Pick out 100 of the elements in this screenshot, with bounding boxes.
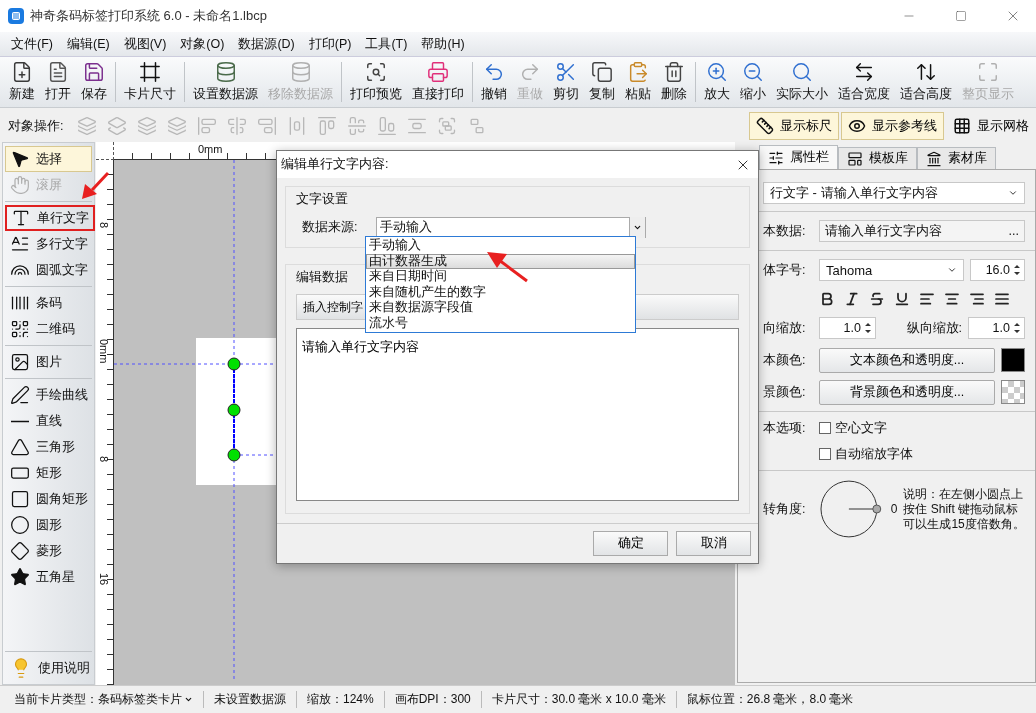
- toolbar-button[interactable]: 适合宽度: [833, 57, 895, 107]
- cancel-button[interactable]: 取消: [676, 531, 751, 556]
- text-color-button[interactable]: 文本颜色和透明度...: [819, 347, 995, 373]
- view-toggle[interactable]: 显示参考线: [841, 112, 944, 140]
- tool-item[interactable]: 直线: [5, 408, 67, 434]
- panel-tab[interactable]: 素材库: [917, 147, 996, 169]
- toolbar-button[interactable]: 卡片尺寸: [119, 57, 181, 107]
- align-left-icon: [197, 116, 218, 136]
- dropdown-option[interactable]: 流水号: [366, 315, 635, 331]
- tool-item[interactable]: 手绘曲线: [5, 382, 93, 408]
- selection-handle[interactable]: [227, 448, 241, 462]
- tool-item[interactable]: 多行文字: [5, 231, 93, 257]
- text-data-field[interactable]: 请输入单行文字内容 ...: [819, 220, 1025, 242]
- toolbar-button[interactable]: 实际大小: [771, 57, 833, 107]
- menu-item[interactable]: 打印(P): [301, 35, 359, 53]
- toolbar-button[interactable]: 放大: [699, 57, 735, 107]
- dropdown-option[interactable]: 手动输入: [366, 238, 635, 254]
- toolbar-button[interactable]: 直接打印: [407, 57, 469, 107]
- toolbar-button[interactable]: 粘贴: [620, 57, 656, 107]
- spinner-arrows-icon[interactable]: [865, 322, 871, 334]
- menu-item[interactable]: 文件(F): [4, 35, 60, 53]
- checkbox[interactable]: [819, 422, 831, 434]
- tool-item[interactable]: 三角形: [5, 434, 80, 460]
- text-input[interactable]: 请输入单行文字内容: [296, 328, 739, 501]
- toolbar-button[interactable]: 适合高度: [895, 57, 957, 107]
- field-label: 本选项:: [763, 419, 807, 437]
- ruler-icon: [756, 117, 774, 135]
- layers-icon: [137, 116, 158, 136]
- help-button[interactable]: 使用说明: [5, 655, 95, 681]
- background-color-button[interactable]: 背景颜色和透明度...: [819, 379, 995, 405]
- underline-icon[interactable]: [894, 291, 910, 307]
- tool-item[interactable]: 圆角矩形: [5, 486, 93, 512]
- panel-tab[interactable]: 属性栏: [759, 145, 838, 169]
- panel-tab[interactable]: 模板库: [838, 147, 917, 169]
- field-label: 转角度:: [763, 500, 807, 518]
- align-right-icon[interactable]: [969, 291, 985, 307]
- field-label: 本颜色:: [763, 351, 807, 369]
- view-toggle[interactable]: 显示标尺: [749, 112, 839, 140]
- scale-spinner[interactable]: 1.0: [819, 317, 876, 339]
- status-text: 画布DPI：300: [383, 691, 481, 708]
- selection-handle[interactable]: [227, 357, 241, 371]
- view-toggle[interactable]: 显示网格: [946, 112, 1036, 140]
- font-size-spinner[interactable]: 16.0: [970, 259, 1025, 281]
- scale-spinner[interactable]: 1.0: [968, 317, 1025, 339]
- font-select[interactable]: Tahoma: [819, 259, 964, 281]
- menu-item[interactable]: 视图(V): [116, 35, 174, 53]
- toolbar-button[interactable]: 新建: [4, 57, 40, 107]
- toolbar-button[interactable]: 缩小: [735, 57, 771, 107]
- circle-icon: [10, 515, 30, 535]
- layers-icon: [107, 116, 128, 136]
- menu-item[interactable]: 编辑(E): [59, 35, 117, 53]
- tool-item[interactable]: 单行文字: [5, 205, 95, 231]
- menu-item[interactable]: 帮助(H): [414, 35, 472, 53]
- selection-handle[interactable]: [227, 403, 241, 417]
- transparent-swatch[interactable]: [1001, 380, 1025, 404]
- toolbar-button[interactable]: 删除: [656, 57, 692, 107]
- align-center-icon[interactable]: [944, 291, 960, 307]
- spacing-icon: [407, 116, 428, 136]
- spinner-arrows-icon[interactable]: [1014, 322, 1020, 334]
- tool-item[interactable]: 五角星: [5, 564, 80, 590]
- tool-item[interactable]: 矩形: [5, 460, 67, 486]
- toolbar-button[interactable]: 剪切: [548, 57, 584, 107]
- align-bottom-icon: [377, 116, 398, 136]
- tool-item[interactable]: 菱形: [5, 538, 67, 564]
- layers-icon: [167, 116, 188, 136]
- menu-item[interactable]: 对象(O): [173, 35, 232, 53]
- database-icon: [289, 61, 312, 83]
- status-text: 未设置数据源: [203, 691, 296, 708]
- dropdown-option[interactable]: 来自数据源字段值: [366, 300, 635, 316]
- toolbar-button[interactable]: 撤销: [476, 57, 512, 107]
- dropdown-option[interactable]: 来自日期时间: [366, 269, 635, 285]
- checkbox[interactable]: [819, 448, 831, 460]
- strikethrough-icon[interactable]: [869, 291, 885, 307]
- toolbar-button[interactable]: 打开: [40, 57, 76, 107]
- spinner-arrows-icon[interactable]: [1014, 264, 1020, 276]
- tool-item[interactable]: 圆弧文字: [5, 257, 93, 283]
- toolbar-button[interactable]: 保存: [76, 57, 112, 107]
- align-left-icon[interactable]: [919, 291, 935, 307]
- tool-item[interactable]: 二维码: [5, 316, 80, 342]
- bold-icon[interactable]: [819, 291, 835, 307]
- copy-icon: [591, 61, 613, 83]
- color-swatch[interactable]: [1001, 348, 1025, 372]
- horizontal-arrows-icon: [853, 61, 875, 83]
- justify-icon[interactable]: [994, 291, 1010, 307]
- tool-item[interactable]: 图片: [5, 349, 67, 375]
- menu-item[interactable]: 工具(T): [358, 35, 415, 53]
- tool-item[interactable]: 圆形: [5, 512, 67, 538]
- tool-item[interactable]: 条码: [5, 290, 67, 316]
- dropdown-option[interactable]: 来自随机产生的数字: [366, 284, 635, 300]
- card-type-dropdown[interactable]: 当前卡片类型：条码标签类卡片: [4, 691, 203, 708]
- menu-item[interactable]: 数据源(D): [231, 35, 302, 53]
- italic-icon[interactable]: [844, 291, 860, 307]
- toolbar-button[interactable]: 打印预览: [345, 57, 407, 107]
- toolbar-button[interactable]: 设置数据源: [188, 57, 263, 107]
- ok-button[interactable]: 确定: [593, 531, 668, 556]
- object-select[interactable]: 行文字 - 请输入单行文字内容: [763, 182, 1025, 204]
- tool-item[interactable]: 选择: [5, 146, 92, 172]
- toolbar-button[interactable]: 复制: [584, 57, 620, 107]
- source-select[interactable]: 手动输入: [376, 216, 646, 238]
- dropdown-option[interactable]: 由计数器生成: [366, 253, 635, 269]
